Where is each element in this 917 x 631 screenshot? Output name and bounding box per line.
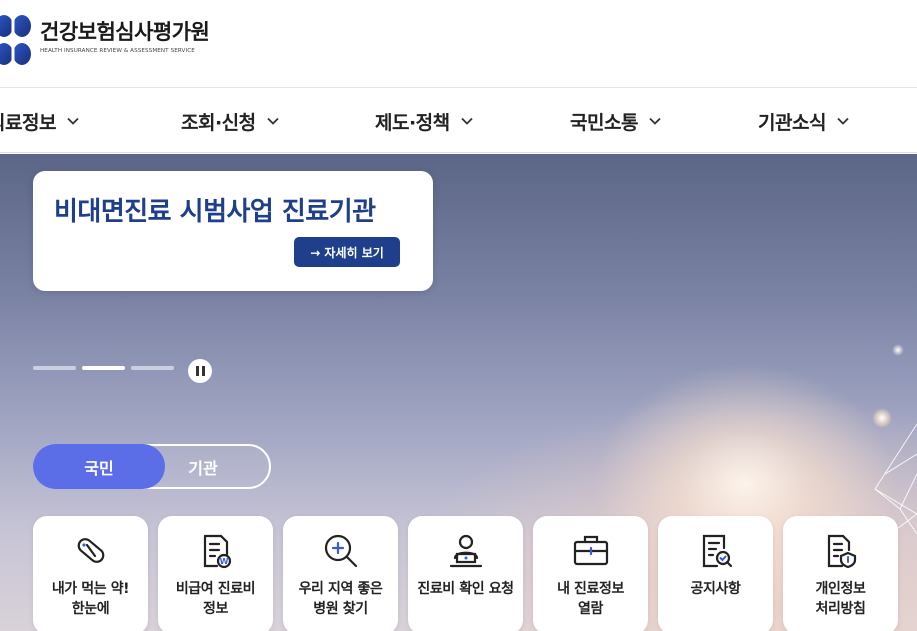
nav-item-label: 의료정보 bbox=[0, 111, 56, 134]
search-plus-icon bbox=[324, 534, 358, 568]
quick-menu-item-my-medicine[interactable]: 내가 먹는 약! 한눈에 bbox=[33, 516, 148, 631]
toggle-institution[interactable]: 기관 bbox=[163, 444, 243, 489]
chevron-down-icon bbox=[267, 117, 279, 125]
slide-indicator[interactable] bbox=[131, 366, 174, 370]
main-nav: 의료정보 조회·신청 제도·정책 국민소통 기관소식 bbox=[0, 89, 917, 153]
quick-menu-item-my-medical-info[interactable]: 내 진료정보 열람 bbox=[533, 516, 648, 631]
svg-text:W: W bbox=[220, 557, 229, 566]
document-won-icon: W bbox=[203, 534, 232, 569]
chevron-down-icon bbox=[837, 117, 849, 125]
quick-menu-item-notices[interactable]: 공지사항 bbox=[658, 516, 773, 631]
document-search-icon bbox=[702, 534, 733, 568]
quick-menu-label: 공지사항 bbox=[690, 581, 741, 597]
logo-mark-icon bbox=[0, 15, 31, 65]
nav-item-medical-info[interactable]: 의료정보 bbox=[0, 89, 80, 153]
pause-button[interactable] bbox=[188, 359, 212, 383]
briefcase-icon bbox=[573, 535, 609, 566]
pill-icon bbox=[77, 538, 105, 563]
nav-item-inquiry[interactable]: 조회·신청 bbox=[181, 89, 280, 153]
document-shield-icon bbox=[827, 534, 857, 569]
slide-card[interactable]: 비대면진료 시범사업 진료기관 → 자세히 보기 bbox=[33, 171, 433, 291]
chevron-down-icon bbox=[649, 117, 661, 125]
audience-toggle: 국민 기관 bbox=[33, 444, 271, 489]
quick-menu-label: 개인정보 처리방침 bbox=[815, 581, 866, 617]
chevron-down-icon bbox=[67, 117, 79, 125]
quick-menu-label: 진료비 확인 요청 bbox=[417, 581, 514, 597]
person-laptop-icon bbox=[449, 534, 483, 568]
nav-item-label: 조회·신청 bbox=[181, 111, 256, 134]
quick-menu-label: 내가 먹는 약! 한눈에 bbox=[51, 581, 130, 617]
quick-menu-label: 내 진료정보 열람 bbox=[557, 581, 624, 617]
quick-menu-label: 우리 지역 좋은 병원 찾기 bbox=[298, 581, 383, 617]
site-header: 건강보험심사평가원 HEALTH INSURANCE REVIEW & ASSE… bbox=[0, 0, 917, 88]
site-logo[interactable]: 건강보험심사평가원 HEALTH INSURANCE REVIEW & ASSE… bbox=[0, 14, 210, 66]
quick-menu-label: 비급여 진료비 정보 bbox=[175, 581, 256, 617]
sparkle-decoration bbox=[872, 408, 892, 428]
chevron-down-icon bbox=[461, 117, 473, 125]
quick-menu-item-privacy-policy[interactable]: 개인정보 처리방침 bbox=[783, 516, 898, 631]
logo-title: 건강보험심사평가원 bbox=[40, 20, 210, 44]
quick-menu-item-non-covered-cost[interactable]: W 비급여 진료비 정보 bbox=[158, 516, 273, 631]
hero-banner: 비대면진료 시범사업 진료기관 → 자세히 보기 국민 기관 내가 먹는 약! … bbox=[0, 154, 917, 631]
nav-item-label: 국민소통 bbox=[570, 111, 638, 134]
nav-item-label: 기관소식 bbox=[758, 111, 826, 134]
view-more-button[interactable]: → 자세히 보기 bbox=[294, 237, 400, 267]
nav-item-label: 제도·정책 bbox=[375, 111, 450, 134]
slide-title: 비대면진료 시범사업 진료기관 bbox=[54, 197, 376, 227]
nav-item-policy[interactable]: 제도·정책 bbox=[375, 89, 474, 153]
slide-indicator[interactable] bbox=[33, 366, 76, 370]
toggle-public[interactable]: 국민 bbox=[33, 444, 165, 489]
pause-icon-bar bbox=[201, 366, 205, 376]
logo-subtitle: HEALTH INSURANCE REVIEW & ASSESSMENT SER… bbox=[40, 48, 195, 54]
pause-icon bbox=[195, 366, 199, 376]
nav-item-news[interactable]: 기관소식 bbox=[758, 89, 850, 153]
sparkle-decoration bbox=[892, 344, 904, 356]
nav-item-communication[interactable]: 국민소통 bbox=[570, 89, 662, 153]
quick-menu-item-find-hospital[interactable]: 우리 지역 좋은 병원 찾기 bbox=[283, 516, 398, 631]
quick-menu-item-cost-check-request[interactable]: 진료비 확인 요청 bbox=[408, 516, 523, 631]
slide-indicator-active[interactable] bbox=[82, 366, 125, 370]
